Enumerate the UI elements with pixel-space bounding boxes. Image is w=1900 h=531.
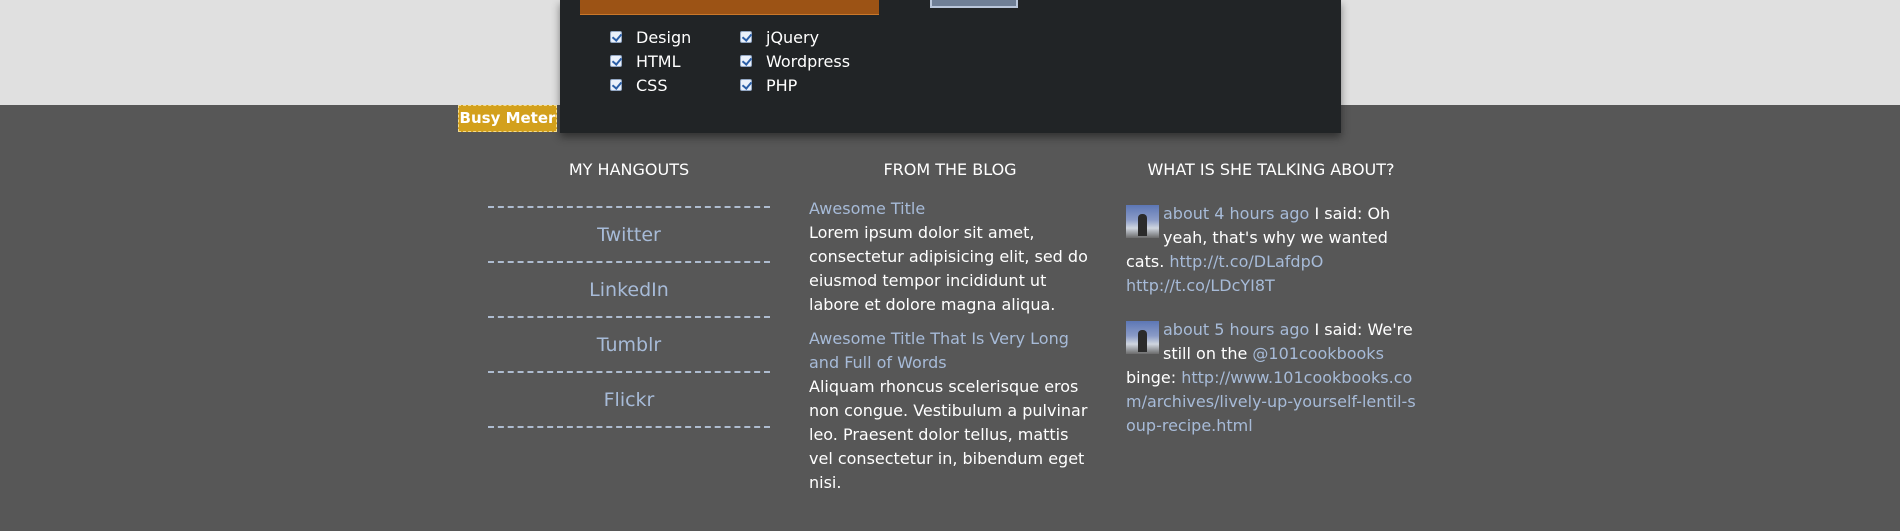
avatar — [1126, 205, 1159, 238]
skill-label: HTML — [636, 51, 681, 71]
checkbox-checked-icon[interactable] — [740, 79, 752, 91]
tweet-url-link[interactable]: http://t.co/LDcYI8T — [1126, 276, 1275, 295]
skills-panel: Design HTML CSS jQuery Wordpress PHP — [560, 0, 1341, 133]
tweet-time-link[interactable]: about 4 hours ago — [1163, 204, 1309, 223]
linkedin-link[interactable]: LinkedIn — [589, 279, 669, 301]
skill-item-wordpress[interactable]: Wordpress — [740, 51, 850, 71]
blog-posts: Awesome Title Lorem ipsum dolor sit amet… — [809, 197, 1091, 505]
list-item: Flickr — [488, 373, 770, 428]
skill-label: CSS — [636, 75, 668, 95]
checkbox-checked-icon[interactable] — [740, 31, 752, 43]
checkbox-checked-icon[interactable] — [610, 31, 622, 43]
list-item: Twitter — [488, 208, 770, 263]
avatar — [1126, 321, 1159, 354]
skill-label: PHP — [766, 75, 798, 95]
list-item: LinkedIn — [488, 263, 770, 318]
blog-post-title[interactable]: Awesome Title — [809, 197, 1091, 221]
hangouts-list: Twitter LinkedIn Tumblr Flickr — [488, 206, 770, 428]
blog-heading: FROM THE BLOG — [883, 160, 1017, 179]
blog-post-excerpt: Lorem ipsum dolor sit amet, consectetur … — [809, 223, 1088, 314]
busy-meter-badge[interactable]: Busy Meter — [458, 105, 557, 132]
checkbox-checked-icon[interactable] — [740, 55, 752, 67]
skill-label: Design — [636, 27, 692, 47]
skill-label: jQuery — [766, 27, 820, 47]
skill-label: Wordpress — [766, 51, 851, 71]
orange-header-bar — [580, 0, 879, 15]
tweet-mention-link[interactable]: @101cookbooks — [1252, 344, 1384, 363]
checkbox-checked-icon[interactable] — [610, 55, 622, 67]
list-item: Tumblr — [488, 318, 770, 373]
tweet-url-link[interactable]: http://t.co/DLafdpO — [1169, 252, 1323, 271]
tweet-item: about 5 hours ago I said: We're still on… — [1126, 318, 1416, 438]
tweet-time-link[interactable]: about 5 hours ago — [1163, 320, 1309, 339]
twitter-link[interactable]: Twitter — [597, 224, 661, 246]
blog-post-title[interactable]: Awesome Title That Is Very Long and Full… — [809, 327, 1091, 375]
tweet-item: about 4 hours ago I said: Oh yeah, that'… — [1126, 202, 1416, 298]
skill-item-jquery[interactable]: jQuery — [740, 27, 819, 47]
skill-item-php[interactable]: PHP — [740, 75, 797, 95]
skill-item-html[interactable]: HTML — [610, 51, 681, 71]
tweets-heading: WHAT IS SHE TALKING ABOUT? — [1147, 160, 1395, 179]
tumblr-link[interactable]: Tumblr — [597, 334, 661, 356]
skill-item-css[interactable]: CSS — [610, 75, 667, 95]
tweet-text: binge: — [1126, 368, 1182, 387]
checkbox-checked-icon[interactable] — [610, 79, 622, 91]
thumbnail-frame — [930, 0, 1018, 8]
skill-item-design[interactable]: Design — [610, 27, 691, 47]
blog-post-excerpt: Aliquam rhoncus scelerisque eros non con… — [809, 377, 1088, 492]
flickr-link[interactable]: Flickr — [604, 389, 655, 411]
hangouts-heading: MY HANGOUTS — [568, 160, 690, 179]
